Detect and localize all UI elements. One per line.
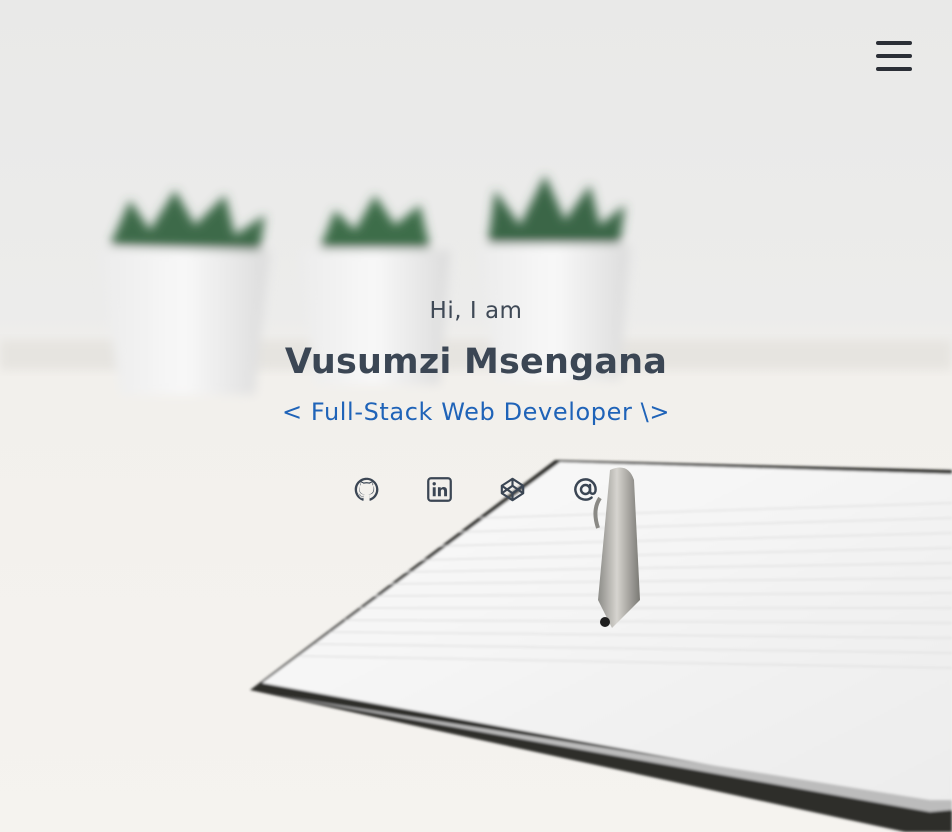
email-link[interactable] — [572, 476, 599, 503]
menu-bar-bottom — [876, 67, 912, 71]
greeting-text: Hi, I am — [429, 298, 523, 324]
hero-tagline: < Full-Stack Web Developer \> — [281, 398, 671, 426]
social-links — [0, 476, 952, 503]
github-icon — [354, 477, 379, 501]
linkedin-icon — [427, 477, 452, 502]
codepen-icon — [500, 477, 525, 502]
hero-section: Hi, I am Vusumzi Msengana < Full-Stack W… — [0, 0, 952, 832]
notebook-decoration — [250, 460, 952, 832]
email-at-icon — [574, 478, 597, 501]
menu-bar-middle — [876, 54, 912, 58]
codepen-link[interactable] — [499, 476, 526, 503]
linkedin-link[interactable] — [426, 476, 453, 503]
hamburger-menu-button[interactable] — [876, 40, 912, 72]
github-link[interactable] — [353, 476, 380, 503]
menu-bar-top — [876, 41, 912, 45]
hero-name: Vusumzi Msengana — [284, 342, 668, 382]
